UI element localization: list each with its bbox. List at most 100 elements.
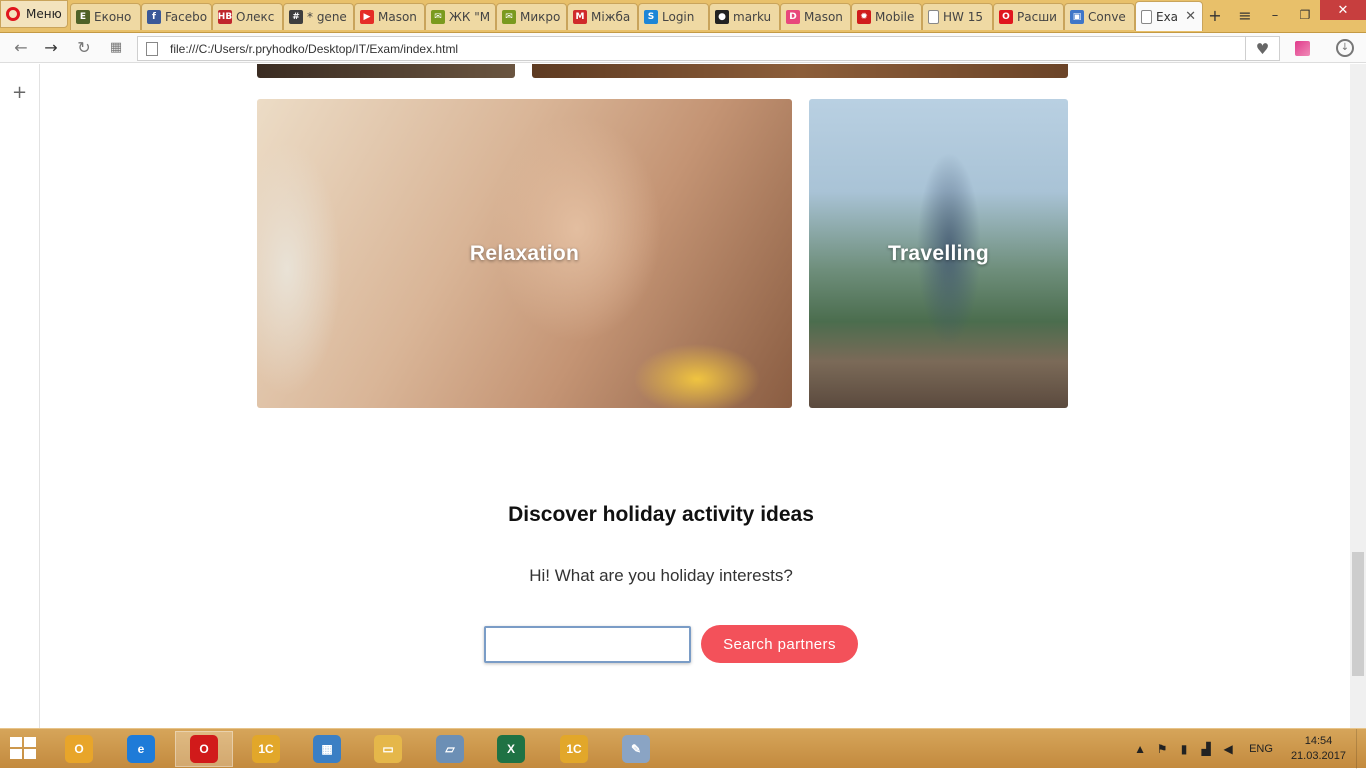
tab-favicon-icon: M — [573, 10, 587, 24]
taskbar-ie-app[interactable]: e — [112, 731, 170, 767]
action-center-flag-icon[interactable]: ⚑ — [1151, 742, 1173, 756]
tab-favicon-icon: ● — [715, 10, 729, 24]
tab-favicon-icon: ▶ — [360, 10, 374, 24]
tab-label: Олекс — [236, 10, 275, 24]
clock[interactable]: 14:54 21.03.2017 — [1291, 734, 1346, 764]
tab-favicon-icon: # — [289, 10, 303, 24]
clock-date: 21.03.2017 — [1290, 750, 1346, 762]
tab-label: Facebo — [165, 10, 208, 24]
taskbar-1c-app-2[interactable]: 1C — [545, 731, 603, 767]
tab-label: ЖК "М — [449, 10, 491, 24]
start-button[interactable] — [10, 737, 38, 761]
input-language[interactable]: ENG — [1249, 743, 1273, 755]
network-signal-icon[interactable]: ▟ — [1195, 742, 1217, 756]
browser-tab[interactable]: S Login — [638, 3, 709, 30]
1c-app-2-icon: 1C — [560, 735, 588, 763]
tab-label: Микро — [520, 10, 561, 24]
gallery-card-travelling[interactable]: Travelling — [809, 99, 1068, 408]
page-scrollbar[interactable] — [1350, 64, 1366, 728]
taskbar-1c-app[interactable]: 1C — [237, 731, 295, 767]
notepad-app-icon: ▱ — [436, 735, 464, 763]
tab-favicon-icon: ✹ — [857, 10, 871, 24]
tab-label: HW 15 — [943, 10, 983, 24]
taskbar-excel-app[interactable]: X — [482, 731, 540, 767]
browser-tab[interactable]: ✹ Mobile — [851, 3, 922, 30]
taskbar-remote-app[interactable]: ▦ — [298, 731, 356, 767]
browser-tab[interactable]: НВ Олекс — [212, 3, 283, 30]
interests-search-input[interactable] — [484, 626, 691, 663]
taskbar-paint-app[interactable]: ✎ — [607, 731, 665, 767]
browser-tab[interactable]: Exa ✕ — [1135, 1, 1203, 31]
page-viewport: Relaxation Travelling Discover holiday a… — [41, 64, 1350, 728]
browser-tab[interactable]: f Facebo — [141, 3, 212, 30]
browser-tab[interactable]: E Еконо — [70, 3, 141, 30]
tab-favicon-icon: E — [76, 10, 90, 24]
restore-icon[interactable]: ❐ — [1290, 8, 1320, 22]
taskbar-opera-app[interactable]: O — [175, 731, 233, 767]
opera-menu-button[interactable]: Меню — [0, 0, 68, 28]
tab-list: E Еконо f Facebo НВ Олекс # * gene ▶ Mason ✉ ЖК "М ✉… — [70, 1, 1203, 33]
download-icon[interactable]: ↓ — [1336, 39, 1354, 57]
minimize-icon[interactable]: – — [1260, 8, 1290, 23]
navigation-bar: ← → ↻ ▦ file:///C:/Users/r.pryhodko/Desk… — [0, 33, 1366, 63]
browser-tab[interactable]: ▣ Conve — [1064, 3, 1135, 30]
extension-icon[interactable] — [1295, 41, 1310, 56]
volume-muted-icon[interactable]: ◀ — [1217, 742, 1239, 756]
tab-menu-icon[interactable]: ≡ — [1230, 6, 1260, 25]
section-subtitle: Hi! What are you holiday interests? — [529, 566, 793, 585]
tab-label: marku — [733, 10, 772, 24]
system-tray: ▲ ⚑ ▮ ▟ ◀ ENG 14:54 21.03.2017 — [1129, 729, 1366, 769]
close-tab-icon[interactable]: ✕ — [1185, 9, 1196, 24]
speed-dial-icon[interactable]: ▦ — [105, 37, 127, 59]
windows-taskbar: Oe O 1C ▦ ▭ ▱ X 1C ✎ ▲ ⚑ ▮ ▟ ◀ ENG 14:54 21.03.2… — [0, 728, 1366, 769]
new-tab-icon[interactable]: + — [1200, 6, 1230, 25]
bookmark-heart-icon[interactable]: ♥ — [1245, 37, 1279, 60]
search-partners-button[interactable]: Search partners — [701, 625, 858, 663]
gallery-card-relaxation[interactable]: Relaxation — [257, 99, 792, 408]
taskbar-notepad-app[interactable]: ▱ — [421, 731, 479, 767]
battery-icon[interactable]: ▮ — [1173, 742, 1195, 756]
tab-label: Mason — [378, 10, 417, 24]
tab-favicon-icon — [928, 10, 939, 24]
browser-tab[interactable]: ▶ Mason — [354, 3, 425, 30]
forward-icon[interactable]: → — [40, 37, 62, 59]
add-sidebar-item-icon[interactable]: + — [12, 82, 27, 103]
scrollbar-thumb[interactable] — [1352, 552, 1364, 676]
tab-label: Exa — [1156, 9, 1179, 24]
section-title: Discover holiday activity ideas — [508, 503, 814, 526]
browser-tab[interactable]: O Расши — [993, 3, 1064, 30]
taskbar-explorer-app[interactable]: ▭ — [359, 731, 417, 767]
browser-tab[interactable]: D Mason — [780, 3, 851, 30]
browser-tab[interactable]: ✉ Микро — [496, 3, 567, 30]
tab-favicon-icon: ▣ — [1070, 10, 1084, 24]
browser-tab[interactable]: ✉ ЖК "М — [425, 3, 496, 30]
tab-favicon-icon — [1141, 9, 1152, 24]
tray-expand-icon[interactable]: ▲ — [1129, 742, 1151, 756]
tab-favicon-icon: O — [999, 10, 1013, 24]
page-icon — [146, 41, 158, 56]
tab-favicon-icon: D — [786, 10, 800, 24]
tab-favicon-icon: S — [644, 10, 658, 24]
gallery-card-top-left[interactable] — [257, 64, 515, 78]
back-icon[interactable]: ← — [10, 37, 32, 59]
browser-tab[interactable]: ● marku — [709, 3, 780, 30]
gallery-card-top-right[interactable] — [532, 64, 1068, 78]
reload-icon[interactable]: ↻ — [73, 37, 95, 59]
browser-sidebar: + — [0, 64, 40, 728]
browser-tab[interactable]: # * gene — [283, 3, 354, 30]
browser-tab[interactable]: HW 15 — [922, 3, 993, 30]
taskbar-outlook-app[interactable]: O — [50, 731, 108, 767]
browser-tab-strip: Меню E Еконо f Facebo НВ Олекс # * gene ▶ Mason ✉ Ж… — [0, 0, 1366, 33]
url-text[interactable]: file:///C:/Users/r.pryhodko/Desktop/IT/E… — [170, 42, 458, 56]
tab-favicon-icon: ✉ — [431, 10, 445, 24]
browser-tab[interactable]: M Міжба — [567, 3, 638, 30]
show-desktop-button[interactable] — [1356, 729, 1366, 769]
address-bar[interactable]: file:///C:/Users/r.pryhodko/Desktop/IT/E… — [137, 36, 1280, 61]
tab-label: Login — [662, 10, 695, 24]
close-window-button[interactable]: ✕ — [1320, 0, 1366, 20]
clock-time: 14:54 — [1304, 735, 1333, 747]
window-controls: + ≡ – ❐ ✕ — [1200, 0, 1366, 30]
tab-label: Conve — [1088, 10, 1126, 24]
remote-app-icon: ▦ — [313, 735, 341, 763]
tab-label: Mobile — [875, 10, 915, 24]
